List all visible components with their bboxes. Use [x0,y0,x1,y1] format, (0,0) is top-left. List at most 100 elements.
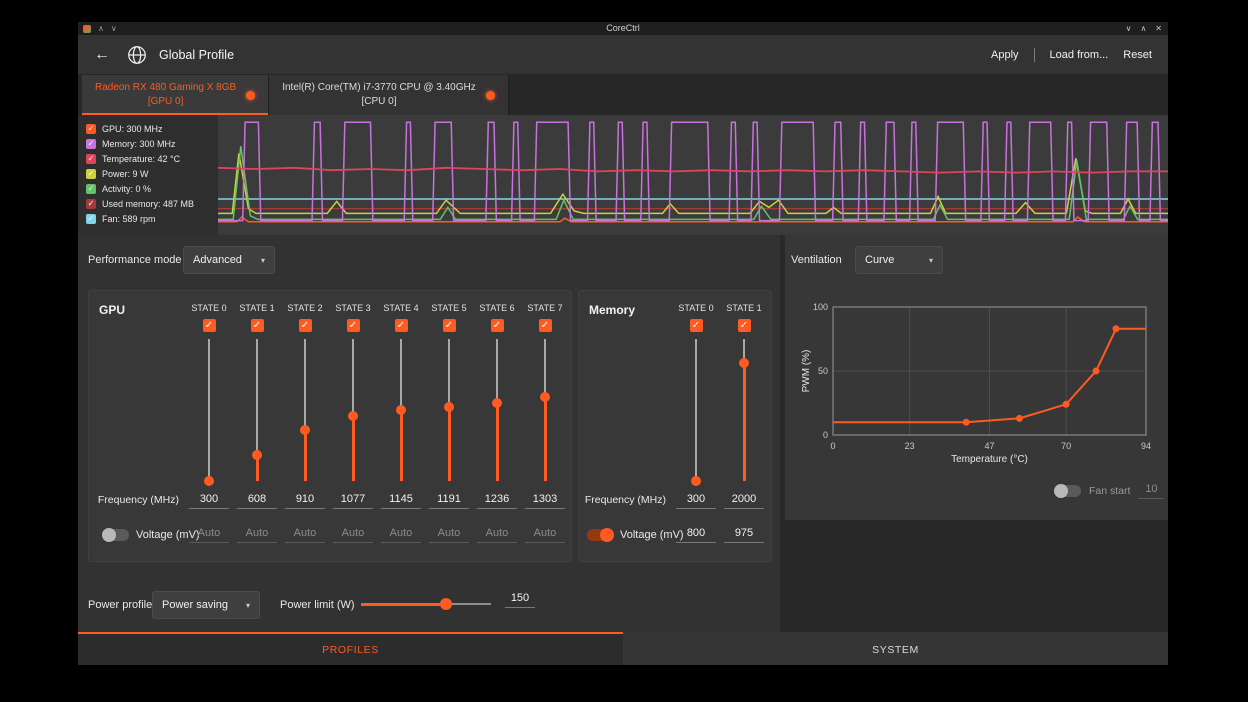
state-checkbox[interactable]: ✓ [690,319,703,332]
voltage-value[interactable]: Auto [525,527,565,543]
fan-start-toggle[interactable] [1055,485,1081,497]
state-checkbox[interactable]: ✓ [299,319,312,332]
svg-text:70: 70 [1061,441,1071,451]
frequency-slider[interactable] [203,339,215,481]
voltage-value[interactable]: Auto [429,527,469,543]
legend-label: Power: 9 W [102,169,149,179]
performance-mode-value: Advanced [193,254,242,266]
fan-curve-svg: 023477094050100Temperature (°C)PWM (%) [798,297,1158,469]
frequency-value[interactable]: 910 [285,493,325,509]
voltage-value[interactable]: Auto [189,527,229,543]
state-column: STATE 6✓1236 [473,303,521,509]
fan-curve-point[interactable] [1093,368,1100,375]
ventilation-mode-select[interactable]: Curve ▾ [855,246,943,274]
legend-checkbox[interactable]: ✓ [86,169,96,179]
close-icon[interactable]: ✕ [1155,24,1162,33]
state-checkbox[interactable]: ✓ [738,319,751,332]
back-button[interactable]: ← [94,46,110,64]
maximize-icon[interactable]: ∧ [1140,24,1146,33]
slider-handle[interactable] [300,425,310,435]
state-checkbox[interactable]: ✓ [491,319,504,332]
fan-curve-point[interactable] [1063,401,1070,408]
frequency-slider[interactable] [299,339,311,481]
device-tab[interactable]: Radeon RX 480 Gaming X 8GB[GPU 0] [82,75,269,115]
fan-curve-point[interactable] [1016,415,1023,422]
slider-handle[interactable] [540,392,550,402]
fan-curve-point[interactable] [1113,325,1120,332]
frequency-value[interactable]: 1145 [381,493,421,509]
legend-label: Used memory: 487 MB [102,199,194,209]
voltage-value[interactable]: Auto [237,527,277,543]
device-name: Radeon RX 480 Gaming X 8GB [95,81,236,95]
voltage-value[interactable]: 800 [676,527,716,543]
slider-handle[interactable] [396,405,406,415]
monitor-series-power [218,153,1168,213]
voltage-toggle[interactable] [103,529,129,541]
frequency-value[interactable]: 1077 [333,493,373,509]
power-profile-label: Power profile [88,599,152,611]
frequency-slider[interactable] [690,339,702,481]
titlebar-shade-icon[interactable]: ∨ [111,22,117,35]
voltage-value[interactable]: Auto [381,527,421,543]
tab-profiles[interactable]: PROFILES [78,632,623,665]
slider-handle[interactable] [348,411,358,421]
state-checkbox[interactable]: ✓ [395,319,408,332]
tab-system[interactable]: SYSTEM [623,632,1168,665]
slider-handle[interactable] [440,598,452,610]
voltage-value[interactable]: 975 [724,527,764,543]
slider-handle[interactable] [252,450,262,460]
frequency-slider[interactable] [738,339,750,481]
frequency-value[interactable]: 608 [237,493,277,509]
performance-mode-select[interactable]: Advanced ▾ [183,246,275,274]
slider-handle[interactable] [204,476,214,486]
state-checkbox[interactable]: ✓ [443,319,456,332]
voltage-value[interactable]: Auto [285,527,325,543]
state-checkbox[interactable]: ✓ [347,319,360,332]
load-from-button[interactable]: Load from... [1050,49,1109,61]
frequency-slider[interactable] [539,339,551,481]
fan-start-value[interactable]: 10 [1138,483,1164,499]
legend-checkbox[interactable]: ✓ [86,184,96,194]
reset-button[interactable]: Reset [1123,49,1152,61]
device-tab[interactable]: Intel(R) Core(TM) i7-3770 CPU @ 3.40GHz[… [269,75,509,115]
legend-checkbox[interactable]: ✓ [86,139,96,149]
power-limit-value[interactable]: 150 [505,592,535,608]
frequency-value[interactable]: 1303 [525,493,565,509]
state-column: STATE 0✓300 [672,303,720,509]
power-limit-slider[interactable] [361,598,491,610]
voltage-toggle[interactable] [587,529,613,541]
titlebar-pin-icon[interactable]: ∧ [98,22,104,35]
legend-checkbox[interactable]: ✓ [86,124,96,134]
voltage-value[interactable]: Auto [477,527,517,543]
slider-handle[interactable] [691,476,701,486]
state-checkbox[interactable]: ✓ [203,319,216,332]
frequency-value[interactable]: 1236 [477,493,517,509]
legend-checkbox[interactable]: ✓ [86,199,96,209]
slider-handle[interactable] [444,402,454,412]
legend-item: ✓Temperature: 42 °C [86,151,218,166]
state-checkbox[interactable]: ✓ [251,319,264,332]
toggle-knob [1054,484,1068,498]
frequency-value[interactable]: 300 [189,493,229,509]
frequency-value[interactable]: 300 [676,493,716,509]
apply-button[interactable]: Apply [991,49,1019,61]
frequency-value[interactable]: 1191 [429,493,469,509]
fan-curve-point[interactable] [963,419,970,426]
frequency-slider[interactable] [395,339,407,481]
state-label: STATE 7 [527,303,562,316]
state-checkbox[interactable]: ✓ [539,319,552,332]
state-label: STATE 5 [431,303,466,316]
page-title: Global Profile [159,48,234,62]
frequency-slider[interactable] [347,339,359,481]
legend-checkbox[interactable]: ✓ [86,154,96,164]
slider-handle[interactable] [492,398,502,408]
legend-checkbox[interactable]: ✓ [86,214,96,224]
power-profile-select[interactable]: Power saving ▾ [152,591,260,619]
voltage-value[interactable]: Auto [333,527,373,543]
slider-handle[interactable] [739,358,749,368]
frequency-slider[interactable] [443,339,455,481]
minimize-icon[interactable]: ∨ [1126,24,1132,33]
frequency-slider[interactable] [491,339,503,481]
frequency-slider[interactable] [251,339,263,481]
frequency-value[interactable]: 2000 [724,493,764,509]
